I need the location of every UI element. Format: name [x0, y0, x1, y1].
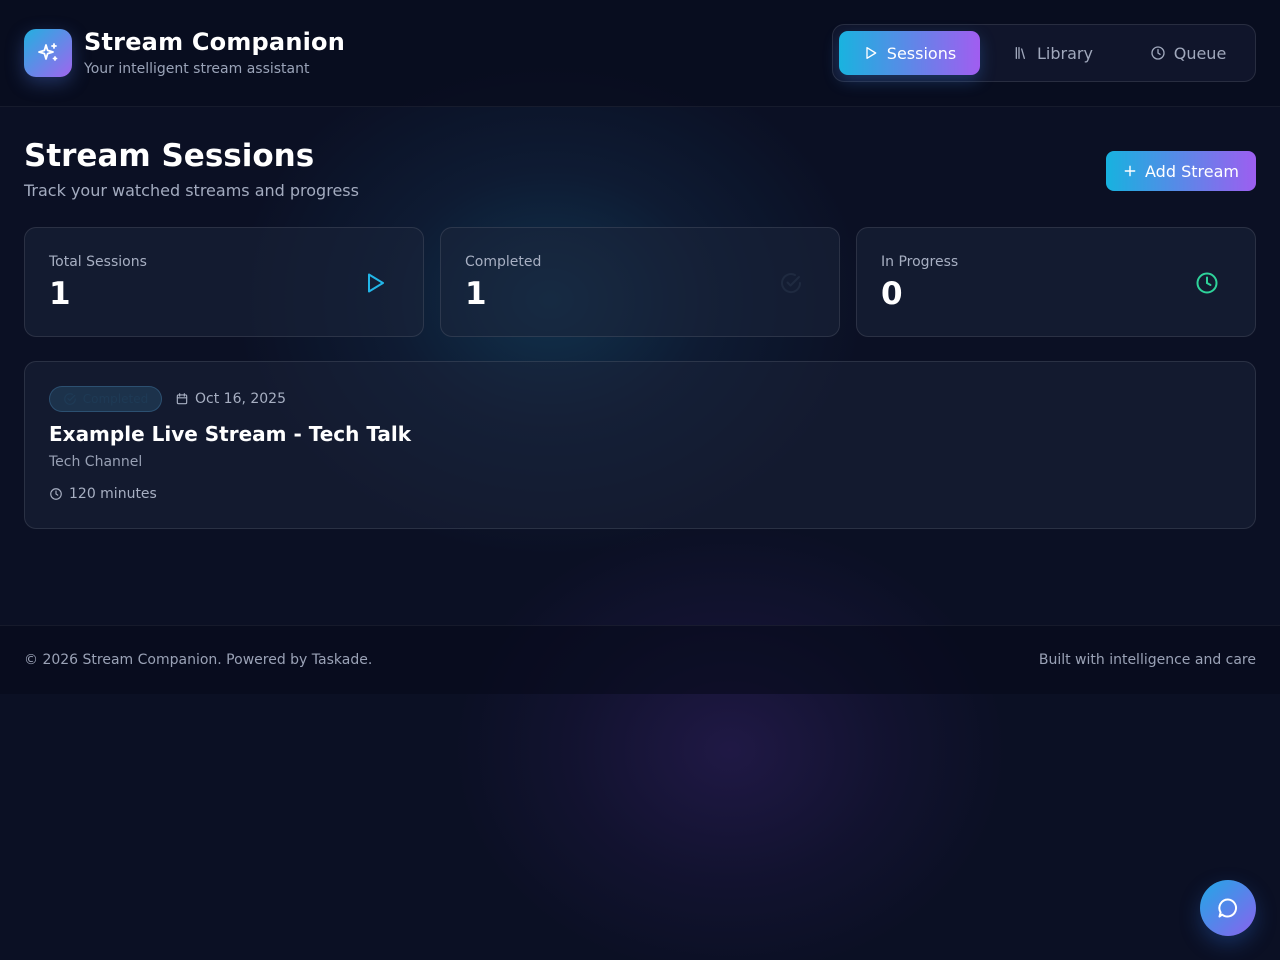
- tab-queue[interactable]: Queue: [1128, 31, 1248, 75]
- check-circle-icon: [63, 392, 77, 406]
- background-glow-purple: [450, 520, 1010, 960]
- stat-value: 0: [881, 276, 903, 312]
- library-icon: [1013, 45, 1029, 61]
- stat-label: Total Sessions: [49, 254, 147, 270]
- stat-label: Completed: [465, 254, 542, 270]
- session-title: Example Live Stream - Tech Talk: [49, 422, 412, 446]
- stat-card-completed: Completed 1: [440, 227, 840, 337]
- app-logo: [24, 29, 72, 77]
- footer-tagline: Built with intelligence and care: [1038, 652, 1256, 668]
- add-stream-button[interactable]: Add Stream: [1106, 151, 1256, 191]
- check-circle-icon: [779, 271, 803, 295]
- tab-library[interactable]: Library: [993, 31, 1113, 75]
- stat-label: In Progress: [881, 254, 959, 270]
- session-date: Oct 16, 2025: [175, 391, 286, 407]
- clock-icon: [1150, 45, 1166, 61]
- stat-value: 1: [465, 276, 487, 312]
- add-stream-label: Add Stream: [1145, 161, 1239, 181]
- app-title: Stream Companion: [84, 28, 346, 56]
- status-badge: Completed: [49, 386, 162, 412]
- calendar-icon: [175, 392, 189, 406]
- chat-bubble-icon: [1216, 896, 1240, 920]
- main-nav: Sessions Library Queue: [832, 24, 1256, 82]
- tab-queue-label: Queue: [1173, 43, 1227, 63]
- status-badge-label: Completed: [82, 392, 149, 406]
- stat-value: 1: [49, 276, 71, 312]
- clock-icon: [49, 487, 63, 501]
- stat-card-in-progress: In Progress 0: [856, 227, 1256, 337]
- chat-button[interactable]: [1200, 880, 1256, 936]
- session-duration: 120 minutes: [49, 486, 157, 502]
- play-icon: [863, 45, 879, 61]
- stat-card-total-sessions: Total Sessions 1: [24, 227, 424, 337]
- tab-library-label: Library: [1037, 43, 1093, 63]
- session-card[interactable]: Completed Oct 16, 2025 Example Live Stre…: [24, 361, 1256, 529]
- session-date-text: Oct 16, 2025: [195, 391, 286, 407]
- tab-sessions[interactable]: Sessions: [839, 31, 980, 75]
- play-icon: [363, 271, 387, 295]
- sparkles-icon: [36, 41, 60, 65]
- top-header: Stream Companion Your intelligent stream…: [0, 0, 1280, 107]
- footer: © 2026 Stream Companion. Powered by Task…: [0, 625, 1280, 694]
- plus-icon: [1123, 164, 1137, 178]
- clock-icon: [1195, 271, 1219, 295]
- footer-copyright: © 2026 Stream Companion. Powered by Task…: [24, 652, 373, 668]
- page-subtitle: Track your watched streams and progress: [24, 181, 359, 200]
- tab-sessions-label: Sessions: [886, 43, 957, 63]
- page-title: Stream Sessions: [24, 138, 315, 174]
- session-duration-text: 120 minutes: [69, 486, 157, 502]
- session-channel: Tech Channel: [49, 454, 143, 470]
- app-subtitle: Your intelligent stream assistant: [84, 61, 310, 77]
